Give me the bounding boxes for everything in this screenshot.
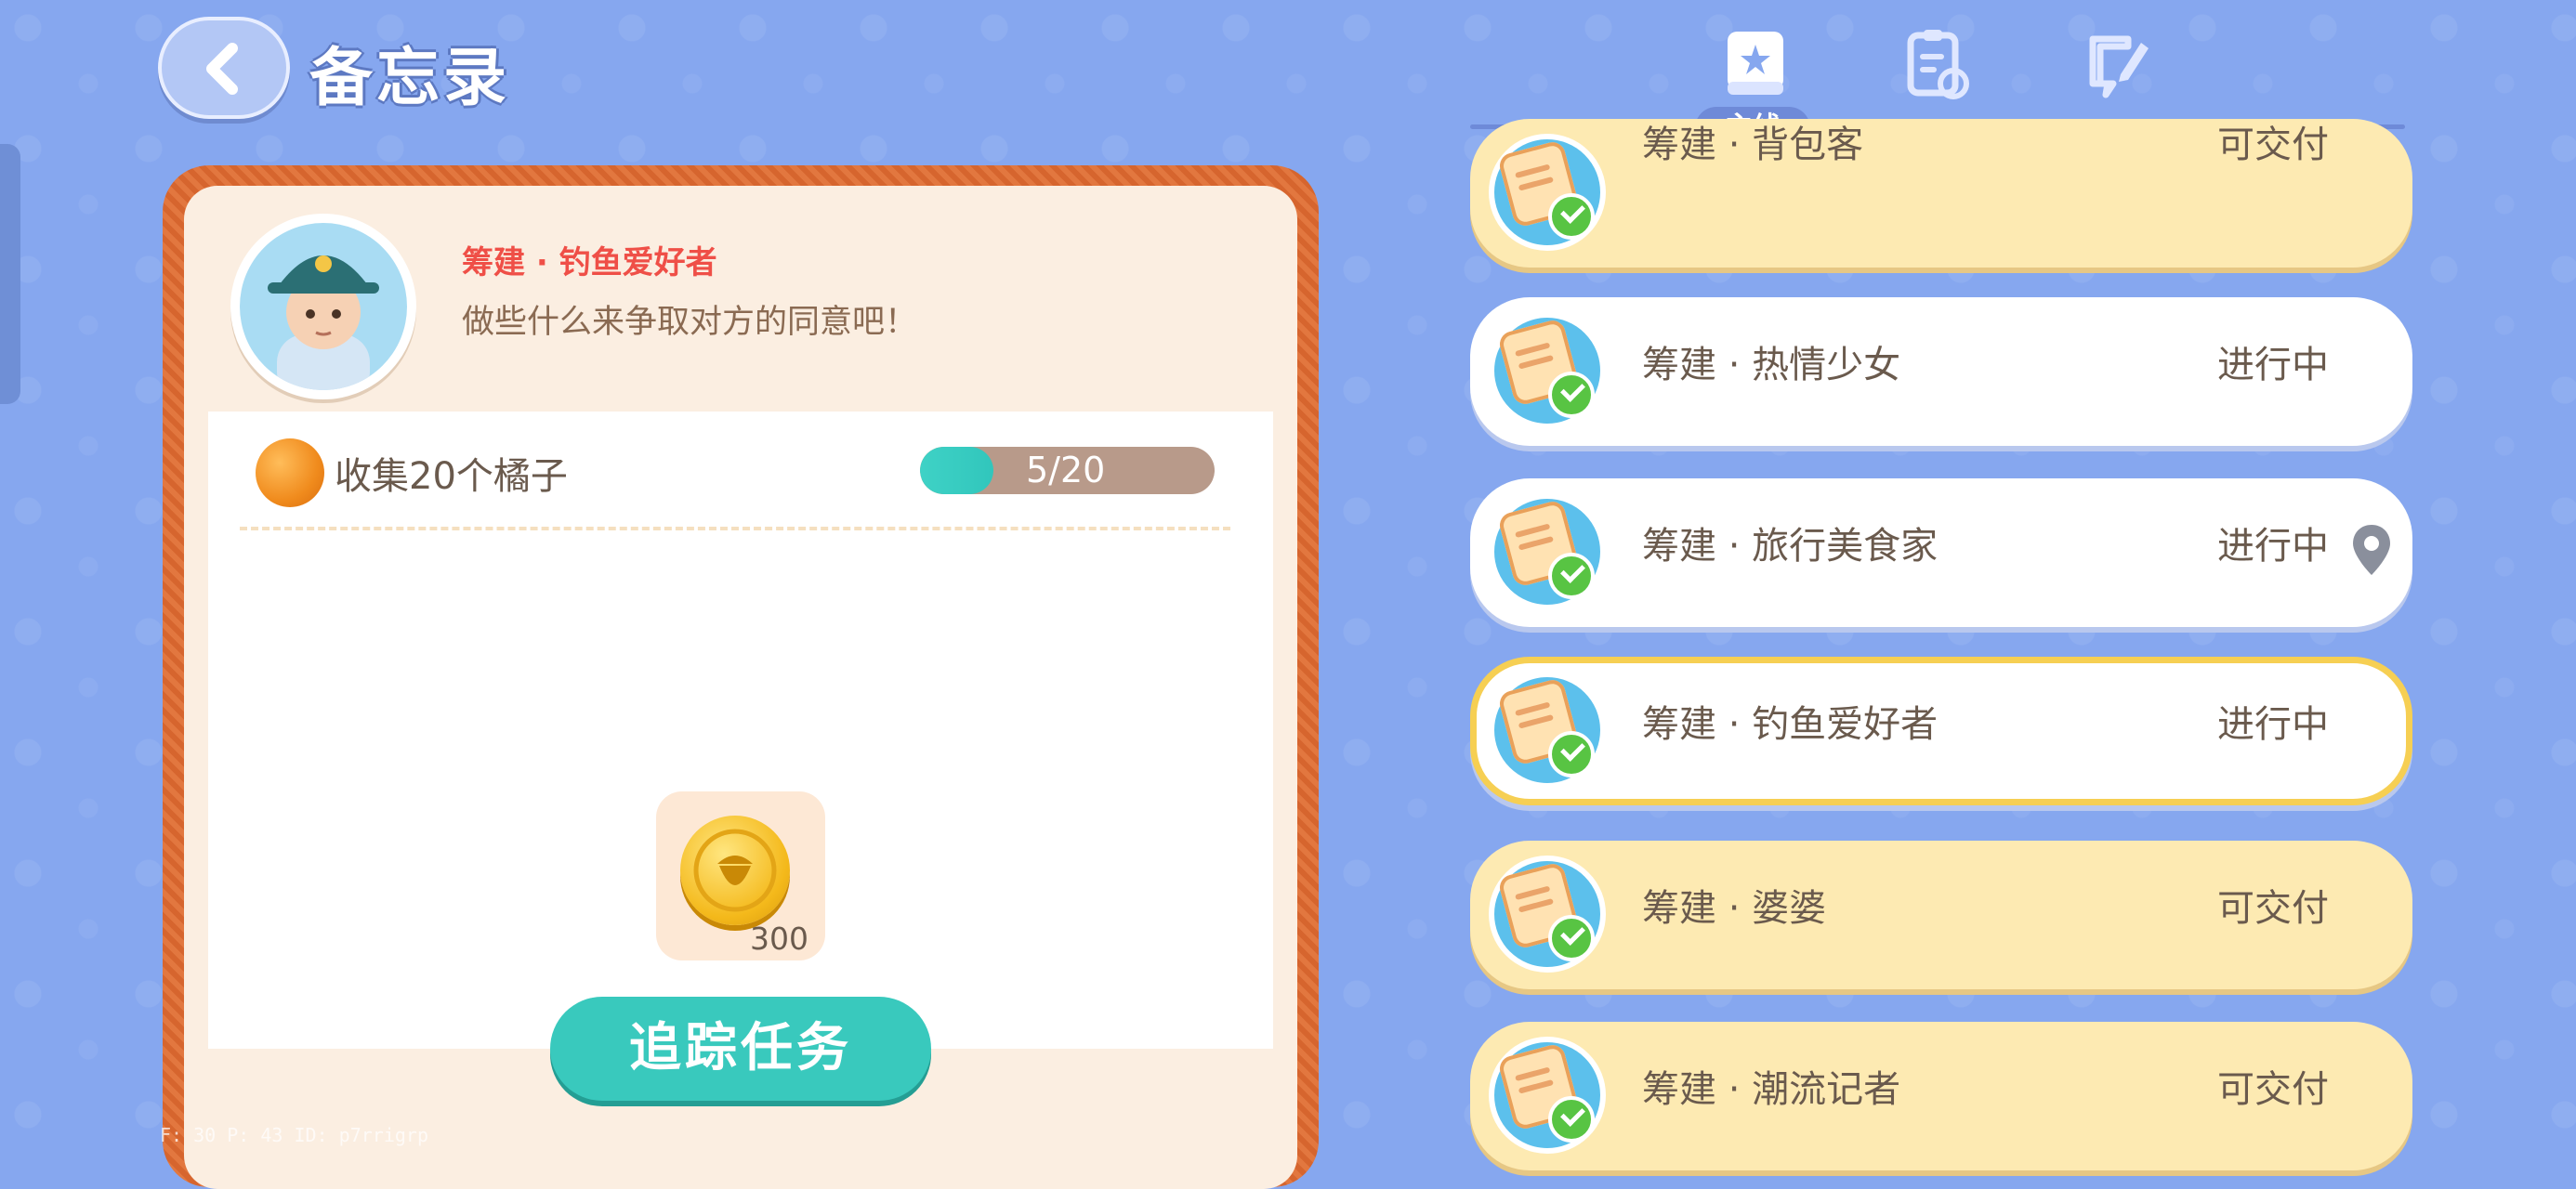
task-progress-bar: 5/20 bbox=[920, 447, 1215, 494]
orange-icon bbox=[256, 438, 324, 507]
quest-name: 筹建 · 婆婆 bbox=[1642, 887, 1827, 930]
quest-item-trend-reporter[interactable]: 筹建 · 潮流记者 可交付 bbox=[1470, 1022, 2412, 1170]
track-quest-button[interactable]: 追踪任务 bbox=[550, 997, 931, 1101]
tab-notes[interactable] bbox=[2080, 26, 2154, 104]
quest-status: 可交付 bbox=[2217, 887, 2329, 930]
clipboard-refresh-icon bbox=[1907, 30, 1969, 99]
check-icon bbox=[1548, 193, 1595, 240]
quest-item-granny[interactable]: 筹建 · 婆婆 可交付 bbox=[1470, 841, 2412, 989]
npc-portrait-icon bbox=[268, 255, 379, 390]
quest-item-enthusiastic-girl[interactable]: 筹建 · 热情少女 进行中 bbox=[1470, 297, 2412, 446]
quest-name: 筹建 · 钓鱼爱好者 bbox=[1642, 703, 1939, 746]
back-button[interactable] bbox=[158, 17, 290, 119]
check-icon bbox=[1548, 1096, 1595, 1143]
reward-amount: 300 bbox=[750, 921, 808, 957]
quest-status: 进行中 bbox=[2217, 703, 2329, 746]
quest-status: 可交付 bbox=[2217, 1068, 2329, 1111]
quest-note-icon bbox=[1489, 1037, 1606, 1154]
quest-name: 筹建 · 潮流记者 bbox=[1642, 1068, 1901, 1111]
npc-avatar bbox=[230, 214, 416, 399]
npc-description: 做些什么来争取对方的同意吧！ bbox=[462, 304, 918, 341]
task-objective: 收集20个橘子 bbox=[335, 455, 568, 498]
map-pin-icon[interactable] bbox=[2351, 523, 2392, 577]
quest-name: 筹建 · 背包客 bbox=[1642, 124, 1864, 166]
quest-name: 筹建 · 旅行美食家 bbox=[1642, 525, 1939, 568]
quest-status: 可交付 bbox=[2217, 124, 2329, 166]
tab-side-quest[interactable] bbox=[1899, 26, 1974, 104]
dashed-divider bbox=[240, 527, 1230, 530]
chevron-left-icon bbox=[206, 43, 238, 95]
quest-status: 进行中 bbox=[2217, 525, 2329, 568]
quest-item-backpacker[interactable]: 筹建 · 背包客 可交付 bbox=[1470, 119, 2412, 268]
acorn-coin-icon bbox=[680, 816, 790, 925]
note-edit-icon bbox=[2089, 35, 2149, 98]
task-progress-fill bbox=[920, 447, 994, 494]
quest-note-icon bbox=[1489, 493, 1606, 610]
check-icon bbox=[1548, 915, 1595, 961]
quest-item-travel-foodie[interactable]: 筹建 · 旅行美食家 进行中 bbox=[1470, 478, 2412, 627]
task-progress-text: 5/20 bbox=[1026, 450, 1106, 490]
check-icon bbox=[1548, 731, 1595, 777]
quest-note-icon bbox=[1489, 134, 1606, 251]
side-drawer-handle[interactable] bbox=[0, 144, 20, 404]
quest-status: 进行中 bbox=[2217, 344, 2329, 386]
quest-name: 筹建 · 热情少女 bbox=[1642, 344, 1901, 386]
quest-note-icon bbox=[1489, 856, 1606, 973]
check-icon bbox=[1548, 553, 1595, 599]
quest-item-fishing-enthusiast[interactable]: 筹建 · 钓鱼爱好者 进行中 bbox=[1470, 657, 2412, 805]
quest-note-icon bbox=[1489, 672, 1606, 789]
reward-item[interactable]: 300 bbox=[656, 791, 825, 960]
npc-name: 筹建 · 钓鱼爱好者 bbox=[462, 244, 717, 281]
quest-note-icon bbox=[1489, 312, 1606, 429]
check-icon bbox=[1548, 372, 1595, 418]
page-title: 备忘录 bbox=[309, 42, 511, 115]
debug-info: F: 30 P: 43 ID: p7rrigrp bbox=[160, 1124, 428, 1146]
